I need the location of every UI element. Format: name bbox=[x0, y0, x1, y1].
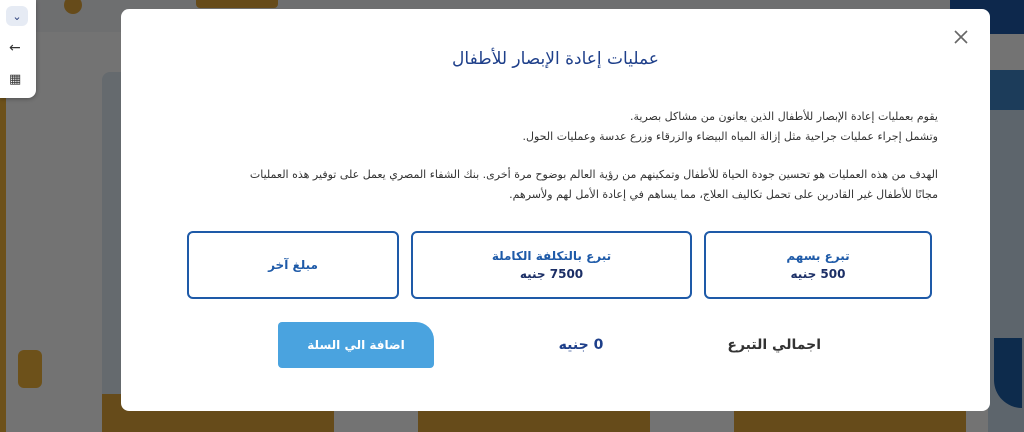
modal-goal-text: الهدف من هذه العمليات هو تحسين جودة الحي… bbox=[138, 165, 938, 205]
donate-share-option[interactable]: تبرع بسهم 500 جنيه bbox=[704, 231, 932, 299]
close-icon[interactable] bbox=[949, 25, 973, 49]
total-donation-value: 0 جنيه bbox=[558, 337, 604, 353]
arrow-left-icon[interactable]: ← bbox=[9, 40, 21, 56]
add-to-cart-button[interactable]: اضافة الي السلة bbox=[278, 322, 434, 368]
description-line: يقوم بعمليات إعادة الإبصار للأطفال الذين… bbox=[630, 110, 938, 123]
option-label: تبرع بسهم bbox=[786, 249, 850, 263]
donate-full-cost-option[interactable]: تبرع بالتكلفة الكاملة 7500 جنيه bbox=[411, 231, 692, 299]
side-widget: ⌄ ← ▦ bbox=[0, 0, 36, 98]
grid-icon[interactable]: ▦ bbox=[9, 72, 21, 87]
goal-line: الهدف من هذه العمليات هو تحسين جودة الحي… bbox=[249, 168, 938, 181]
donation-modal: عمليات إعادة الإبصار للأطفال يقوم بعمليا… bbox=[121, 9, 990, 411]
modal-description: يقوم بعمليات إعادة الإبصار للأطفال الذين… bbox=[238, 107, 938, 147]
donate-other-amount-option[interactable]: مبلغ آخر bbox=[187, 231, 399, 299]
goal-line: مجانًا للأطفال غير القادرين على تحمل تكا… bbox=[509, 188, 938, 201]
option-label: مبلغ آخر bbox=[268, 258, 318, 272]
option-value: 500 جنيه bbox=[790, 267, 846, 281]
description-line: وتشمل إجراء عمليات جراحية مثل إزالة المي… bbox=[522, 130, 938, 143]
chevron-down-icon[interactable]: ⌄ bbox=[6, 6, 28, 26]
option-value: 7500 جنيه bbox=[519, 267, 584, 281]
total-donation-label: اجمالي التبرع bbox=[727, 337, 821, 353]
option-label: تبرع بالتكلفة الكاملة bbox=[491, 249, 612, 263]
modal-title: عمليات إعادة الإبصار للأطفال bbox=[452, 49, 659, 69]
